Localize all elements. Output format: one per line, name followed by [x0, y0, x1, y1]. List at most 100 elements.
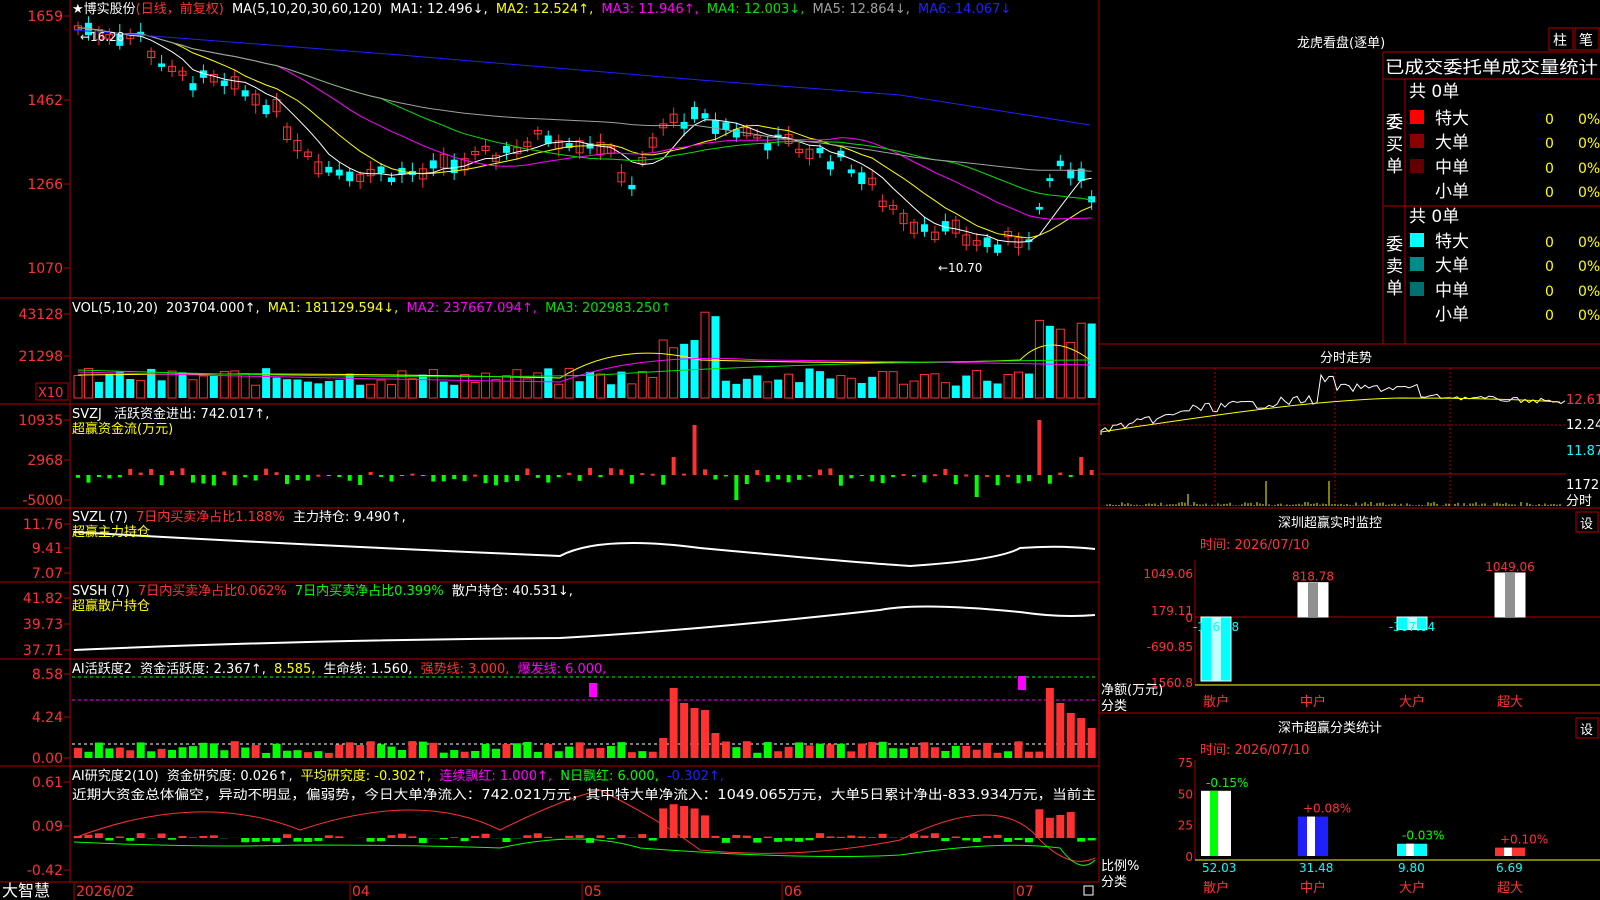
stats-y-tick: 25 — [1178, 819, 1193, 833]
ai-research-bar-up — [1045, 817, 1054, 838]
ai-active-bar — [1045, 688, 1054, 758]
ai-active-bar — [199, 742, 208, 758]
legend-swatch — [1410, 282, 1424, 296]
ai-research-bar-down — [721, 838, 730, 843]
ai-active-bar — [345, 742, 354, 758]
ma1-label: MA1: 12.496↓, — [390, 2, 487, 17]
ai-active-bar — [335, 744, 344, 758]
candle-down — [847, 169, 855, 174]
legend-swatch — [1410, 134, 1424, 148]
volume-bar-down — [951, 385, 960, 398]
ai-active-bar — [638, 751, 647, 758]
volume-bar-down — [1024, 373, 1033, 398]
stats-bar-shade — [1504, 847, 1512, 856]
volume-bar-down — [774, 379, 783, 398]
svzj-bar-down — [995, 475, 1000, 486]
stats-value-label: 52.03 — [1202, 861, 1236, 875]
ai-research-bar-down — [648, 838, 657, 841]
monitor-bar-shade — [1308, 582, 1318, 617]
monitor-category: 超大 — [1497, 695, 1523, 710]
x-tick-3: 06 — [784, 884, 802, 900]
price-tick-3: 1070 — [27, 261, 63, 277]
svzj-bar-down — [305, 475, 310, 481]
row-pct: 0% — [1578, 284, 1600, 300]
ai-research-bar-up — [178, 835, 187, 838]
svzj-bar-down — [734, 475, 739, 500]
svzj-bar-down — [556, 475, 561, 478]
ai-active-bar — [1077, 718, 1086, 758]
svzj-bar-down — [1026, 475, 1031, 482]
ai-research-bar-up — [711, 835, 720, 838]
svzl-tick-1: 9.41 — [32, 541, 63, 557]
ai-research-bar-up — [533, 833, 542, 838]
svzj-bar-down — [1016, 475, 1021, 484]
price-tick-0: 1659 — [27, 9, 63, 25]
ai-active-bar — [105, 748, 114, 758]
ai-active-bar — [262, 752, 271, 758]
ai-active-bar — [492, 748, 500, 758]
svzj-tick-1: 2968 — [27, 453, 63, 469]
svzj-bar-down — [190, 475, 195, 483]
svzj-bar-down — [891, 475, 896, 478]
ai-active-bar — [586, 748, 595, 758]
sz-stats-title: 深市超赢分类统计 — [1278, 720, 1382, 736]
ma3-label: MA3: 11.946↑, — [601, 2, 698, 17]
ai-active-bar — [387, 746, 396, 758]
ai-active-bar — [763, 742, 772, 758]
vol-header: VOL(5,10,20) 203704.000↑, MA1: 181129.59… — [72, 301, 671, 316]
volume-bar-down — [450, 384, 459, 398]
monitor-value-label: -307.04 — [1389, 620, 1435, 634]
candle-down — [691, 107, 699, 120]
ai-research-bar-up — [324, 835, 333, 838]
volume-bar-down — [209, 375, 218, 398]
ai-active-bar — [648, 751, 657, 758]
svzj-bar-up — [985, 474, 990, 477]
svzj-bar-down — [598, 475, 603, 478]
svzj-bar-down — [326, 475, 331, 476]
svzj-bar-down — [859, 475, 864, 477]
stats-y-tick: 0 — [1185, 850, 1193, 864]
svzj-tick-0: 10935 — [18, 413, 63, 429]
row-name: 小单 — [1435, 182, 1469, 202]
svzj-bar-down — [880, 475, 885, 484]
candle-down — [220, 80, 228, 87]
svzj-subtitle: 超赢资金流(万元) — [72, 421, 173, 437]
ai-research-bar-up — [544, 836, 553, 838]
ai-active-bar — [251, 745, 260, 758]
svzj-bar-down — [546, 475, 551, 483]
ai-research-bar-up — [701, 815, 709, 838]
ai-active-bar — [1004, 751, 1013, 758]
svg-text:12.24: 12.24 — [1566, 418, 1600, 433]
ai-active-bar — [481, 743, 490, 758]
volume-bar-down — [345, 373, 354, 398]
ai-active-bar — [1066, 713, 1075, 758]
stats-value-label: 31.48 — [1299, 861, 1333, 875]
row-name: 中单 — [1435, 158, 1469, 178]
svzj-bar-down — [232, 475, 237, 486]
svzj-bar-down — [201, 475, 206, 484]
ai-active-bar — [920, 742, 929, 758]
svzj-bar-down — [912, 475, 916, 477]
candle-down — [346, 171, 354, 182]
ai-research-bar-down — [962, 838, 971, 841]
price-tick-2: 1266 — [27, 177, 63, 193]
monitor-y-tick: -690.85 — [1147, 640, 1193, 654]
volume-bar-down — [178, 372, 187, 398]
ai-research-bar-up — [136, 833, 145, 838]
volume-bar-down — [805, 368, 814, 398]
ai-active-bar — [1056, 703, 1065, 758]
volume-bar-down — [126, 379, 135, 398]
svzj-bar-down — [629, 475, 634, 484]
svzj-bar-down — [797, 475, 802, 480]
volume-bar-down — [732, 383, 741, 398]
sell-side-label: 卖 — [1386, 257, 1403, 277]
ai-research-bar-up — [94, 833, 103, 838]
ai-active-bar — [241, 747, 250, 758]
ai-active-tick-2: 0.00 — [32, 751, 63, 767]
ai-research-bar-down — [439, 838, 448, 840]
stats-category: 超大 — [1497, 881, 1523, 896]
monitor-category: 大户 — [1399, 694, 1425, 710]
svzj-bar-up — [473, 474, 478, 477]
ai-peak-marker — [1018, 676, 1026, 690]
ai-active-bar — [690, 708, 699, 758]
